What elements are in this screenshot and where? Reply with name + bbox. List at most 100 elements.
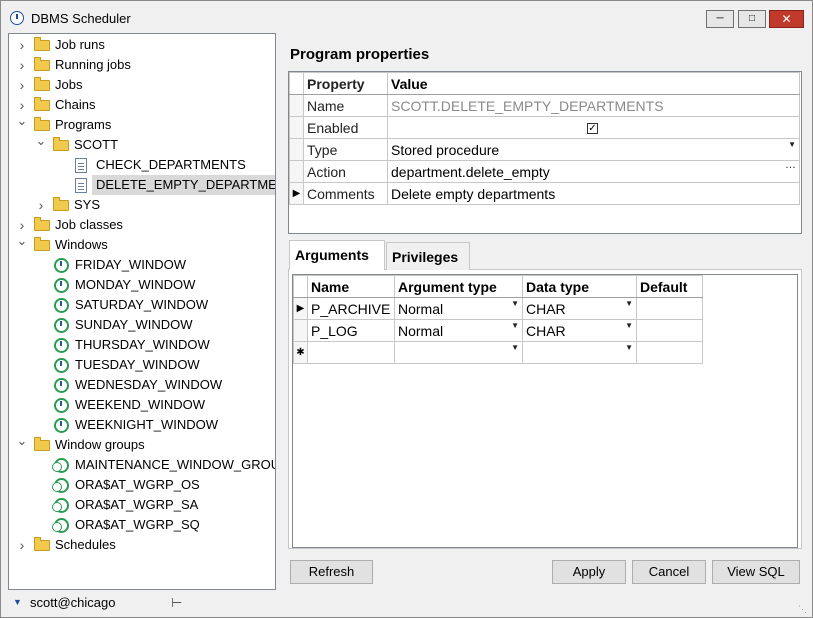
tree-node[interactable]: ⌄ Window groups: [16, 433, 269, 455]
name-value[interactable]: SCOTT.DELETE_EMPTY_DEPARTMENTS: [387, 94, 800, 117]
expand-chevron-icon[interactable]: ›: [16, 75, 28, 95]
new-row-asterisk-icon: ✱: [293, 341, 308, 364]
expand-chevron-icon[interactable]: ›: [16, 55, 28, 75]
argument-type-select[interactable]: ▼: [394, 341, 523, 364]
default-cell[interactable]: [636, 297, 703, 320]
tree-node[interactable]: SUNDAY_WINDOW: [35, 315, 269, 335]
default-cell[interactable]: [636, 319, 703, 342]
dropdown-arrow-icon[interactable]: ▼: [625, 321, 633, 330]
tree-node[interactable]: › Chains: [16, 95, 269, 115]
window-title: DBMS Scheduler: [31, 11, 131, 26]
tree-node[interactable]: ORA$AT_WGRP_SQ: [35, 515, 269, 535]
grid-corner: [289, 72, 304, 95]
tree-node[interactable]: WEEKEND_WINDOW: [35, 395, 269, 415]
argument-type-select[interactable]: Normal ▼: [394, 319, 523, 342]
view-sql-button[interactable]: View SQL: [712, 560, 800, 584]
tree-node[interactable]: › Running jobs: [16, 55, 269, 75]
property-row-name[interactable]: Name SCOTT.DELETE_EMPTY_DEPARTMENTS: [289, 94, 800, 117]
tree-node-label: WEEKNIGHT_WINDOW: [75, 417, 218, 432]
connection-label[interactable]: scott@chicago: [30, 595, 115, 610]
expand-chevron-icon[interactable]: ›: [16, 535, 28, 555]
data-type-select[interactable]: CHAR ▼: [522, 319, 637, 342]
pin-icon[interactable]: ⊢: [171, 595, 182, 611]
collapse-chevron-icon[interactable]: ⌄: [16, 431, 28, 451]
dropdown-arrow-icon[interactable]: ▼: [511, 321, 519, 330]
dropdown-arrow-icon[interactable]: ▼: [13, 597, 22, 607]
tree-node-label: SCOTT: [74, 137, 119, 152]
tree-node[interactable]: SATURDAY_WINDOW: [35, 295, 269, 315]
maximize-button[interactable]: □: [738, 10, 766, 28]
window-group-icon: [52, 498, 69, 513]
tree-node[interactable]: › SYS: [35, 195, 269, 215]
collapse-chevron-icon[interactable]: ⌄: [16, 231, 28, 251]
property-row-type[interactable]: Type Stored procedure ▼: [289, 138, 800, 161]
tree-node[interactable]: WEEKNIGHT_WINDOW: [35, 415, 269, 435]
tab-arguments[interactable]: Arguments: [289, 240, 385, 270]
tree-node-label: TUESDAY_WINDOW: [75, 357, 200, 372]
refresh-button[interactable]: Refresh: [290, 560, 373, 584]
title-bar: DBMS Scheduler ─ □ ✕: [1, 1, 812, 33]
tree-node[interactable]: › Job classes: [16, 215, 269, 235]
property-row-comments[interactable]: ▶ Comments Delete empty departments: [289, 182, 800, 205]
close-button[interactable]: ✕: [769, 10, 804, 28]
tree-node-label: ORA$AT_WGRP_OS: [75, 477, 200, 492]
default-cell[interactable]: [636, 341, 703, 364]
tree-node[interactable]: FRIDAY_WINDOW: [35, 255, 269, 275]
dropdown-arrow-icon[interactable]: ▼: [788, 140, 796, 149]
collapse-chevron-icon[interactable]: ⌄: [35, 131, 47, 151]
tree-node[interactable]: MAINTENANCE_WINDOW_GROUP: [35, 455, 275, 475]
collapse-chevron-icon[interactable]: ⌄: [16, 111, 28, 131]
data-type-select[interactable]: ▼: [522, 341, 637, 364]
tree-node[interactable]: ORA$AT_WGRP_SA: [35, 495, 269, 515]
tree-node[interactable]: WEDNESDAY_WINDOW: [35, 375, 269, 395]
action-field[interactable]: department.delete_empty…: [387, 159, 800, 183]
argument-name-cell[interactable]: P_ARCHIVE: [307, 297, 395, 320]
dropdown-arrow-icon[interactable]: ▼: [625, 343, 633, 352]
tree-node[interactable]: › Jobs: [16, 75, 269, 95]
new-row[interactable]: ✱ ▼ ▼: [293, 341, 703, 364]
ellipsis-icon[interactable]: …: [785, 159, 796, 171]
enabled-checkbox[interactable]: ✓: [587, 123, 598, 135]
minimize-button[interactable]: ─: [706, 10, 734, 28]
data-type-select[interactable]: CHAR ▼: [522, 297, 637, 320]
tree-node-label: THURSDAY_WINDOW: [75, 337, 210, 352]
argument-name-cell[interactable]: P_LOG: [307, 319, 395, 342]
tree-node[interactable]: ⌄ Programs: [16, 113, 269, 135]
dropdown-arrow-icon[interactable]: ▼: [625, 299, 633, 308]
tree-node[interactable]: ORA$AT_WGRP_OS: [35, 475, 269, 495]
apply-button[interactable]: Apply: [552, 560, 626, 584]
tree-node[interactable]: TUESDAY_WINDOW: [35, 355, 269, 375]
tree-node[interactable]: DELETE_EMPTY_DEPARTMENTS: [54, 175, 275, 195]
properties-grid[interactable]: Property Value Name SCOTT.DELETE_EMPTY_D…: [288, 71, 802, 234]
tree-node[interactable]: MONDAY_WINDOW: [35, 275, 269, 295]
arguments-grid[interactable]: Name Argument type Data type Default ▶ P…: [292, 274, 798, 548]
cancel-button[interactable]: Cancel: [632, 560, 706, 584]
table-row[interactable]: P_LOG Normal ▼ CHAR ▼: [293, 319, 703, 342]
dropdown-arrow-icon[interactable]: ▼: [511, 343, 519, 352]
window-group-icon: [52, 518, 69, 533]
tree-node[interactable]: › Job runs: [16, 35, 269, 55]
expand-chevron-icon[interactable]: ›: [35, 195, 47, 215]
comments-value[interactable]: Delete empty departments: [387, 182, 800, 205]
resize-grip-icon[interactable]: ⋱: [798, 604, 808, 614]
tree-node[interactable]: ⌄ Windows: [16, 233, 269, 255]
expand-chevron-icon[interactable]: ›: [16, 35, 28, 55]
tree-node[interactable]: CHECK_DEPARTMENTS: [54, 155, 269, 175]
argument-type-select[interactable]: Normal ▼: [394, 297, 523, 320]
table-row[interactable]: ▶ P_ARCHIVE Normal ▼ CHAR ▼: [293, 297, 703, 320]
dropdown-arrow-icon[interactable]: ▼: [511, 299, 519, 308]
property-row-action[interactable]: Action department.delete_empty…: [289, 159, 800, 183]
scheduler-window: DBMS Scheduler ─ □ ✕ › Job runs › Running j…: [0, 0, 813, 618]
tree-node[interactable]: › Schedules: [16, 535, 269, 555]
clock-icon: [54, 278, 69, 293]
tab-privileges[interactable]: Privileges: [386, 242, 470, 270]
property-row-enabled[interactable]: Enabled ✓: [289, 116, 800, 139]
type-select[interactable]: Stored procedure ▼: [387, 138, 800, 161]
argument-type-header: Argument type: [394, 275, 523, 298]
tree-node[interactable]: ⌄ SCOTT: [35, 133, 269, 155]
tree-node-label: Windows: [55, 237, 108, 252]
tree-node[interactable]: THURSDAY_WINDOW: [35, 335, 269, 355]
scheduler-tree[interactable]: › Job runs › Running jobs › Jobs › Chains ⌄ Progr…: [8, 33, 276, 590]
status-bar: ▼ scott@chicago ⊢ ⋱: [1, 591, 812, 617]
argument-name-cell[interactable]: [307, 341, 395, 364]
